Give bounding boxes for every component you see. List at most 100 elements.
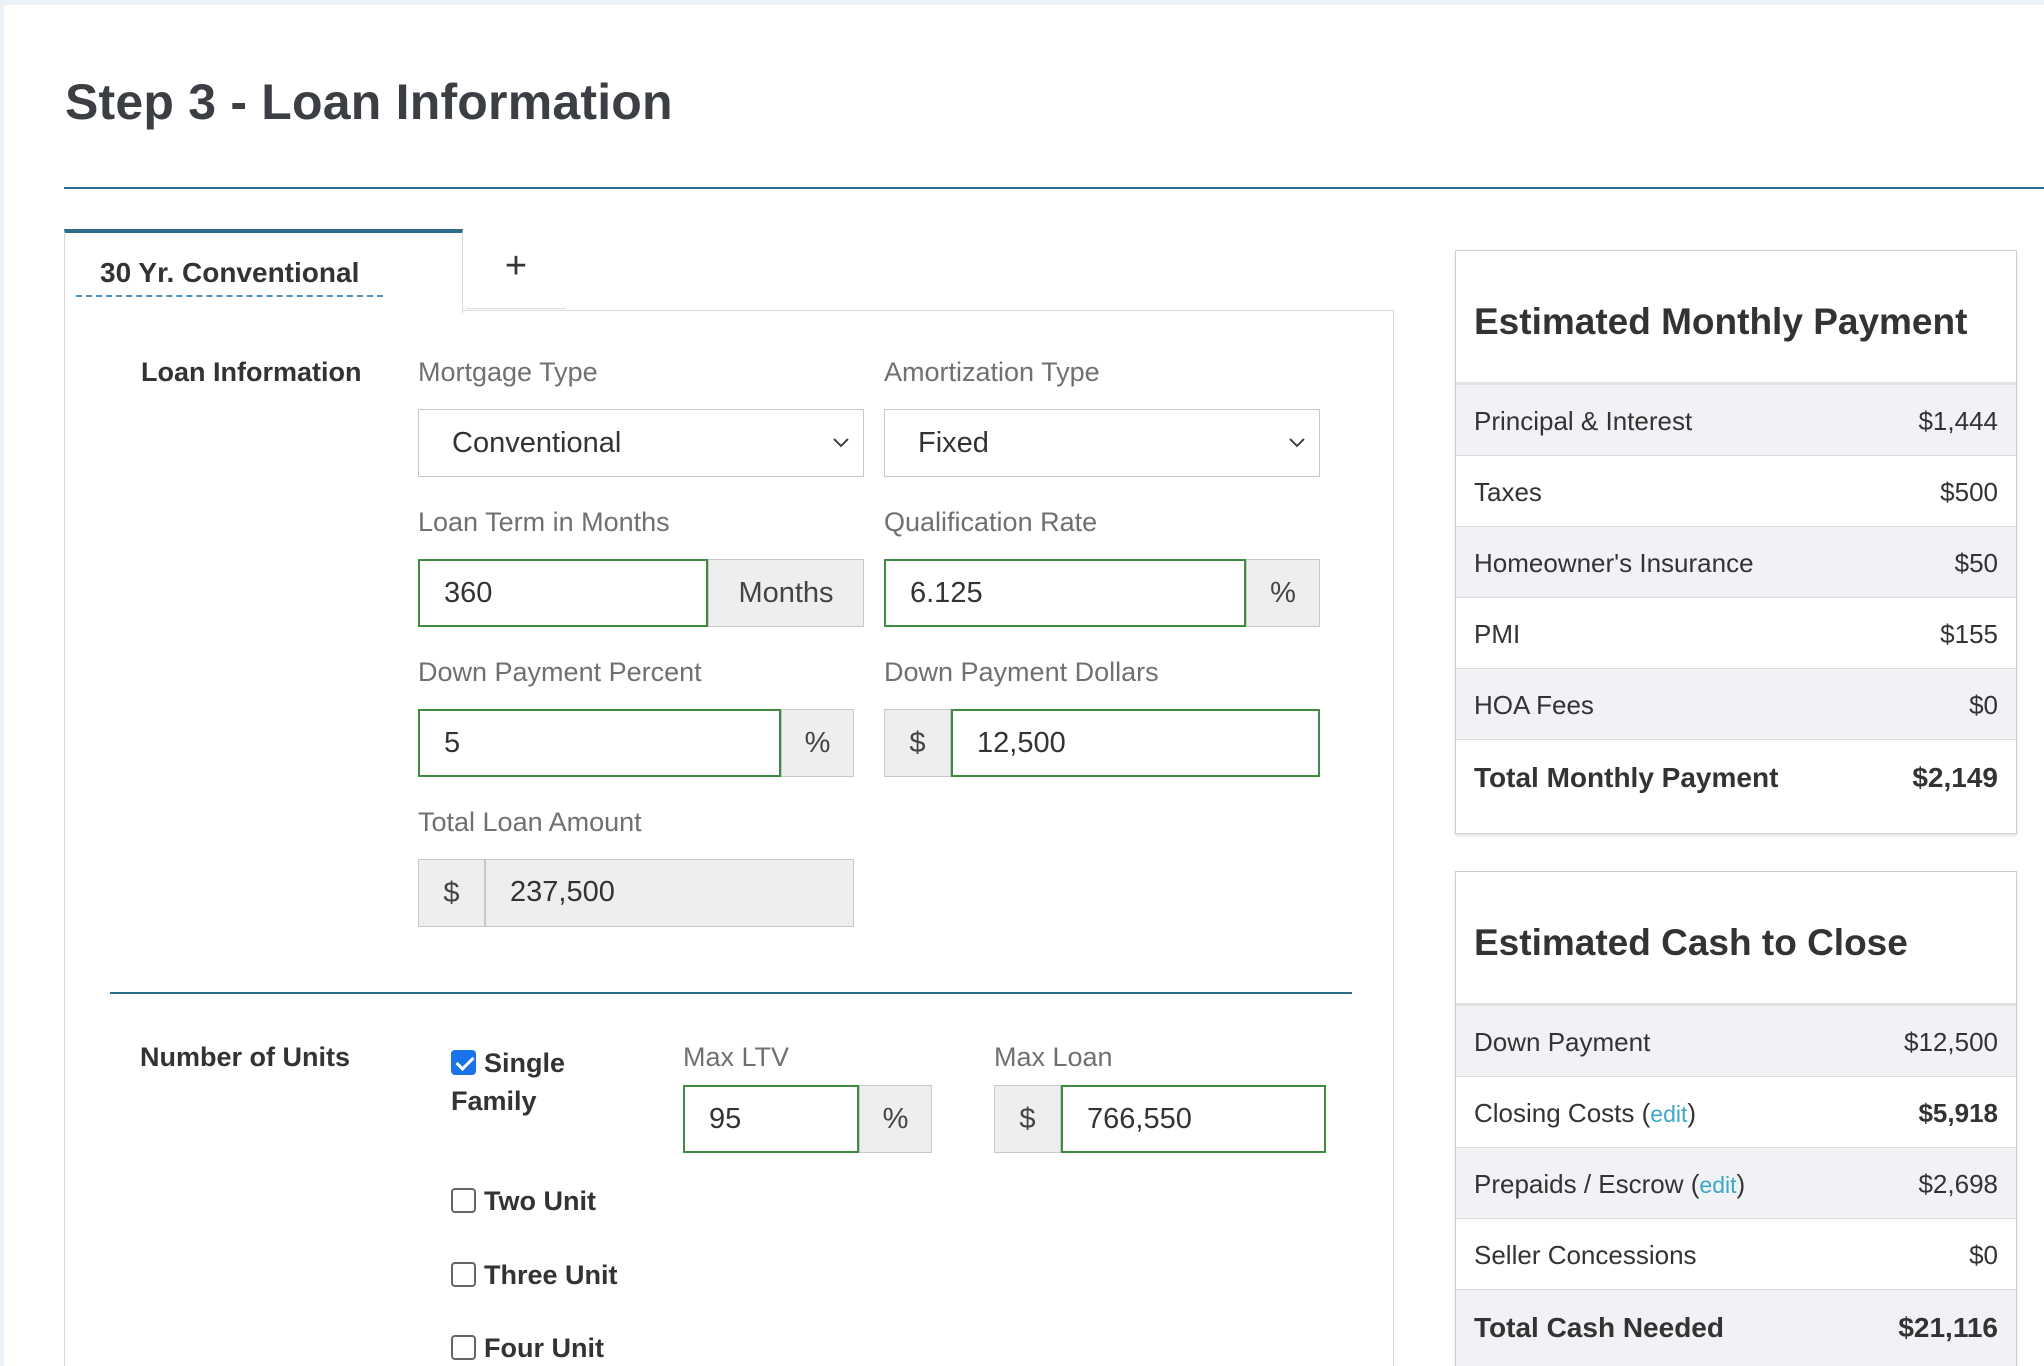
option-label: Four Unit xyxy=(484,1333,604,1363)
cash-row-seller-concessions: Seller Concessions $0 xyxy=(1456,1219,2016,1290)
cash-to-close-title: Estimated Cash to Close xyxy=(1474,922,1908,963)
checkbox[interactable] xyxy=(451,1188,476,1213)
row-value: $0 xyxy=(1969,1240,1998,1270)
max-loan-input[interactable]: 766,550 xyxy=(1061,1085,1326,1153)
dollar-addon: $ xyxy=(418,859,485,927)
option-label: Two Unit xyxy=(484,1186,596,1216)
edit-closing-costs-link[interactable]: edit xyxy=(1650,1101,1687,1127)
row-value: $500 xyxy=(1940,477,1998,507)
percent-addon: % xyxy=(1246,559,1320,627)
mortgage-type-select[interactable]: Conventional xyxy=(418,409,864,477)
option-label: Single xyxy=(484,1048,566,1078)
dollar-addon: $ xyxy=(884,709,951,777)
percent-addon: % xyxy=(781,709,854,777)
down-payment-dollars-input[interactable]: 12,500 xyxy=(951,709,1320,777)
row-value: $155 xyxy=(1940,619,1998,649)
percent-addon: % xyxy=(859,1085,932,1153)
dollar-addon: $ xyxy=(994,1085,1061,1153)
max-ltv-group: 95 % xyxy=(683,1085,932,1153)
payment-row-total: Total Monthly Payment $2,149 xyxy=(1456,740,2016,833)
payment-row-insurance: Homeowner's Insurance $50 xyxy=(1456,527,2016,598)
unit-option-three-unit[interactable]: Three Unit xyxy=(451,1260,618,1291)
card-header: Estimated Monthly Payment xyxy=(1456,251,2016,385)
row-label: PMI xyxy=(1474,619,1521,649)
max-loan-group: $ 766,550 xyxy=(994,1085,1326,1153)
cash-row-down-payment: Down Payment $12,500 xyxy=(1456,1006,2016,1077)
section-divider xyxy=(110,992,1352,994)
payment-row-taxes: Taxes $500 xyxy=(1456,456,2016,527)
loan-term-input[interactable]: 360 xyxy=(418,559,708,627)
down-payment-dollars-group: $ 12,500 xyxy=(884,709,1320,777)
row-value: $2,698 xyxy=(1918,1169,1998,1199)
row-label: Taxes xyxy=(1474,477,1542,507)
down-payment-percent-input[interactable]: 5 xyxy=(418,709,781,777)
row-value: $5,918 xyxy=(1918,1098,1998,1128)
months-addon: Months xyxy=(708,559,864,627)
payment-row-hoa: HOA Fees $0 xyxy=(1456,669,2016,740)
row-label: Prepaids / Escrow (edit) xyxy=(1474,1169,1746,1199)
page-title: Step 3 - Loan Information xyxy=(65,74,673,130)
option-label-line2: Family xyxy=(451,1086,537,1116)
max-ltv-input[interactable]: 95 xyxy=(683,1085,859,1153)
unit-option-four-unit[interactable]: Four Unit xyxy=(451,1333,604,1364)
row-value: $12,500 xyxy=(1904,1027,1998,1057)
qualification-rate-label: Qualification Rate xyxy=(884,507,1098,537)
tab-label: 30 Yr. Conventional xyxy=(76,257,384,297)
amortization-type-label: Amortization Type xyxy=(884,357,1100,387)
chevron-down-icon xyxy=(833,438,849,448)
title-divider xyxy=(64,187,2044,189)
payment-row-principal-interest: Principal & Interest $1,444 xyxy=(1456,385,2016,456)
row-label-text: Prepaids / Escrow xyxy=(1474,1169,1684,1199)
checkbox[interactable] xyxy=(451,1262,476,1287)
row-label: Down Payment xyxy=(1474,1027,1651,1057)
chevron-down-icon xyxy=(1289,438,1305,448)
row-value: $1,444 xyxy=(1918,406,1998,436)
unit-option-single-family[interactable]: Single Family xyxy=(451,1044,565,1120)
down-payment-percent-group: 5 % xyxy=(418,709,854,777)
monthly-payment-card: Estimated Monthly Payment Principal & In… xyxy=(1455,250,2017,834)
row-value: $50 xyxy=(1954,548,1998,578)
add-tab-button[interactable]: + xyxy=(466,231,566,309)
down-payment-percent-label: Down Payment Percent xyxy=(418,657,702,687)
row-label: Seller Concessions xyxy=(1474,1240,1697,1270)
checkbox-checked[interactable] xyxy=(451,1050,476,1075)
option-label: Three Unit xyxy=(484,1260,618,1290)
checkbox[interactable] xyxy=(451,1335,476,1360)
max-loan-label: Max Loan xyxy=(994,1042,1113,1072)
tab-30yr-conventional[interactable]: 30 Yr. Conventional xyxy=(64,229,463,313)
mortgage-type-value: Conventional xyxy=(452,427,622,459)
payment-row-pmi: PMI $155 xyxy=(1456,598,2016,669)
row-label: HOA Fees xyxy=(1474,690,1594,720)
card-header: Estimated Cash to Close xyxy=(1456,872,2016,1006)
total-value: $21,116 xyxy=(1898,1312,1998,1343)
cash-row-prepaids-escrow: Prepaids / Escrow (edit) $2,698 xyxy=(1456,1148,2016,1219)
row-label: Principal & Interest xyxy=(1474,406,1693,436)
total-loan-amount-group: $ 237,500 xyxy=(418,859,854,927)
total-value: $2,149 xyxy=(1912,762,1998,793)
loan-panel: Loan Information Mortgage Type Conventio… xyxy=(64,310,1394,1366)
amortization-type-select[interactable]: Fixed xyxy=(884,409,1320,477)
section-label-loan-information: Loan Information xyxy=(141,357,362,387)
cash-row-closing-costs: Closing Costs (edit) $5,918 xyxy=(1456,1077,2016,1148)
edit-prepaids-link[interactable]: edit xyxy=(1699,1172,1736,1198)
monthly-payment-title: Estimated Monthly Payment xyxy=(1474,301,1968,342)
qualification-rate-group: 6.125 % xyxy=(884,559,1320,627)
page: Step 3 - Loan Information 30 Yr. Convent… xyxy=(4,5,2044,1366)
loan-term-group: 360 Months xyxy=(418,559,864,627)
down-payment-dollars-label: Down Payment Dollars xyxy=(884,657,1159,687)
cash-to-close-card: Estimated Cash to Close Down Payment $12… xyxy=(1455,871,2017,1366)
unit-option-two-unit[interactable]: Two Unit xyxy=(451,1186,596,1217)
mortgage-type-label: Mortgage Type xyxy=(418,357,598,387)
amortization-type-value: Fixed xyxy=(918,427,989,459)
total-label: Total Monthly Payment xyxy=(1474,762,1779,793)
row-label: Homeowner's Insurance xyxy=(1474,548,1754,578)
qualification-rate-input[interactable]: 6.125 xyxy=(884,559,1246,627)
row-label-text: Closing Costs xyxy=(1474,1098,1635,1128)
total-loan-amount-label: Total Loan Amount xyxy=(418,807,642,837)
total-label: Total Cash Needed xyxy=(1474,1312,1724,1343)
loan-term-label: Loan Term in Months xyxy=(418,507,670,537)
section-label-number-of-units: Number of Units xyxy=(140,1042,351,1072)
total-loan-amount-input: 237,500 xyxy=(485,859,854,927)
cash-row-total: Total Cash Needed $21,116 xyxy=(1456,1290,2016,1366)
row-label: Closing Costs (edit) xyxy=(1474,1098,1697,1128)
